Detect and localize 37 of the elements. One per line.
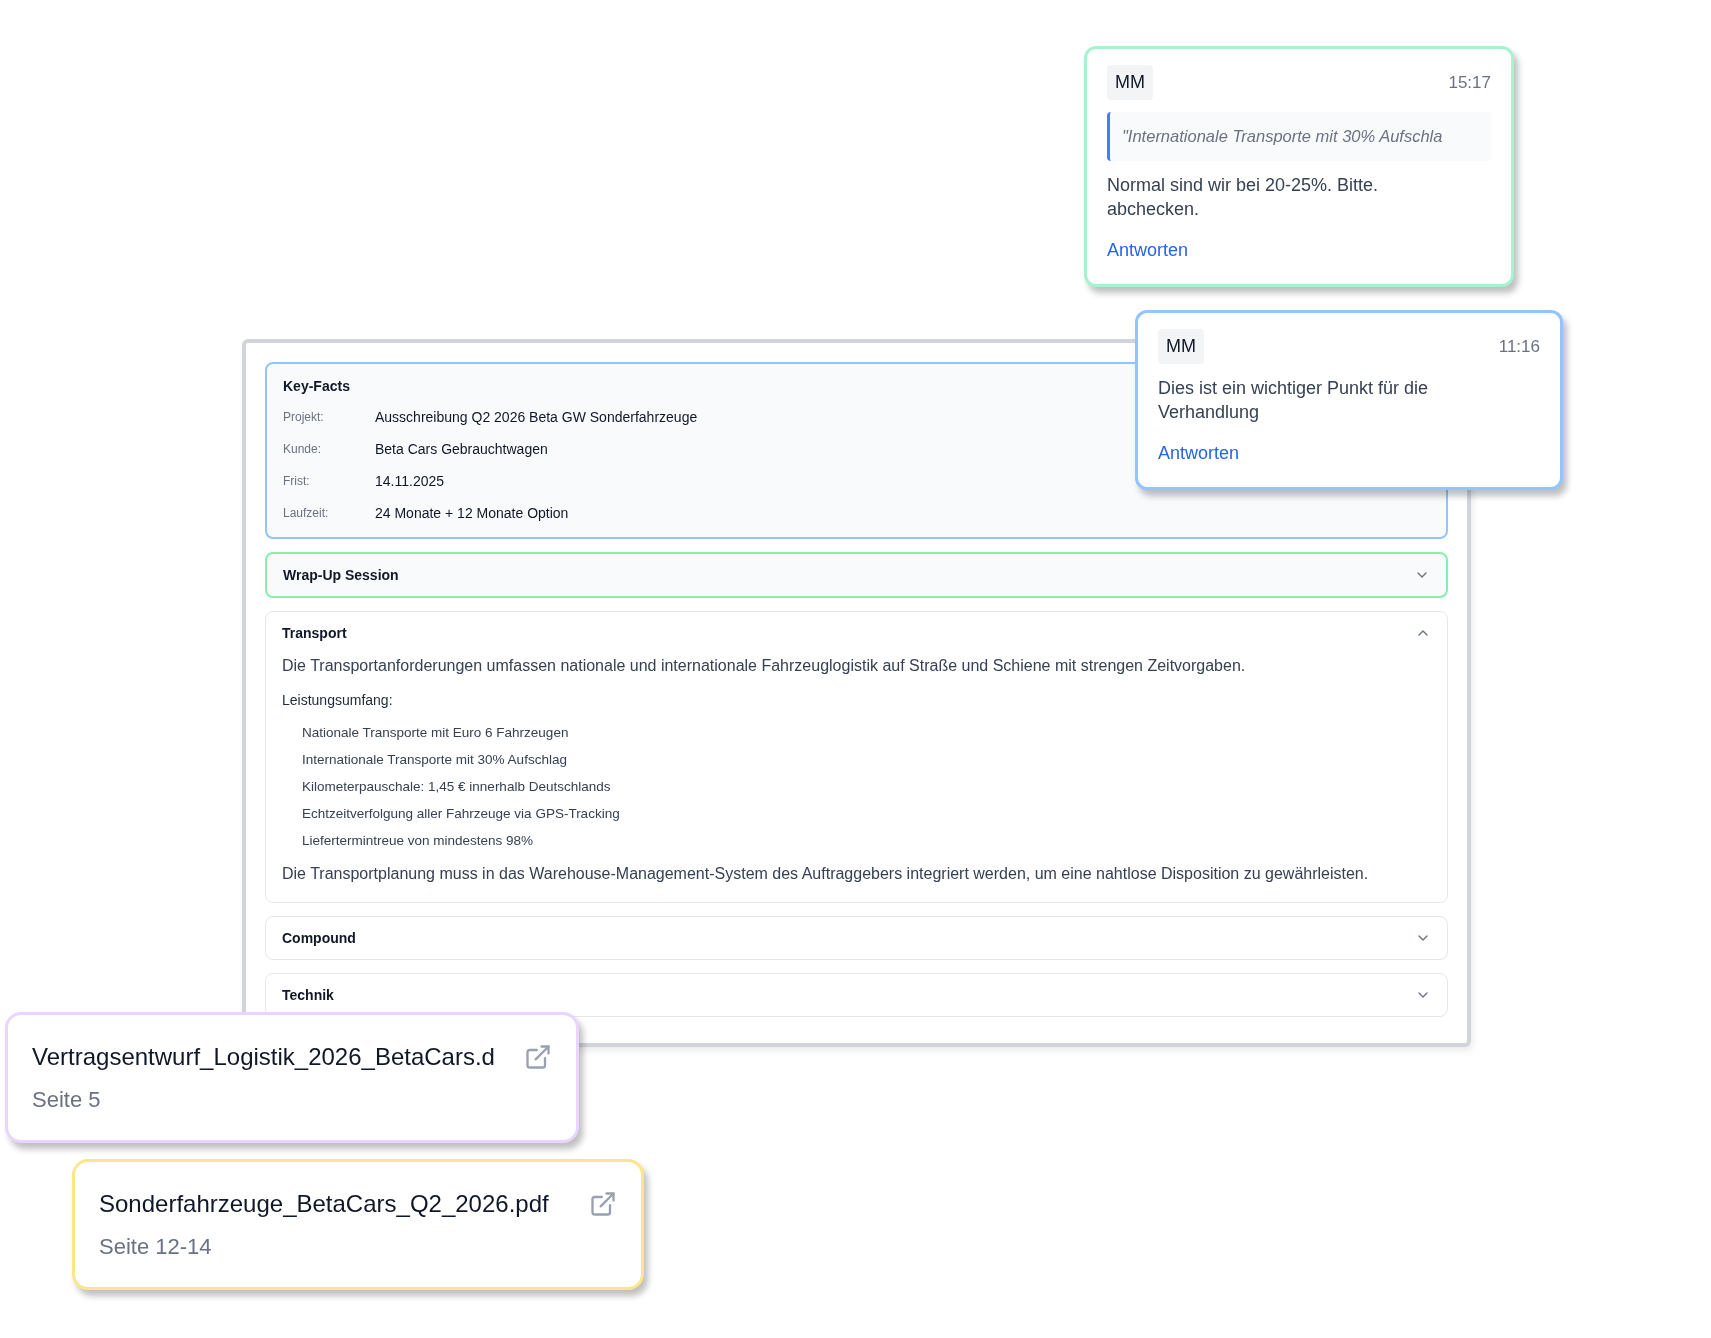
- avatar-initials: MM: [1158, 329, 1204, 364]
- external-link-icon[interactable]: [589, 1190, 617, 1218]
- list-item: Nationale Transporte mit Euro 6 Fahrzeugen: [301, 724, 570, 742]
- list-title: Leistungsumfang:: [282, 691, 394, 710]
- fact-label: Laufzeit:: [283, 505, 330, 522]
- fact-value: 14.11.2025: [375, 471, 445, 491]
- fact-label: Frist:: [283, 473, 311, 490]
- comment-time: 15:17: [1448, 71, 1491, 94]
- list-item: Liefertermintreue von mindestens 98%: [301, 832, 535, 850]
- section-text: Die Transportplanung muss in das Warehouse-Management-System des Auftraggebers integriert werden, um eine nahtlose Disposition zu gewährleisten.: [282, 864, 1370, 884]
- avatar-initials: MM: [1107, 65, 1153, 100]
- section-text: Die Transportanforderungen umfassen nationale und internationale Fahrzeuglogistik auf Straße und Schiene mit strengen Zeitvorgaben.: [282, 656, 1247, 676]
- section-header[interactable]: Compound: [266, 917, 1447, 959]
- comment-time: 11:16: [1498, 335, 1540, 358]
- file-name: Sonderfahrzeuge_BetaCars_Q2_2026.pdf: [99, 1189, 549, 1219]
- page-reference: Seite 12-14: [99, 1233, 213, 1261]
- external-link-icon[interactable]: [524, 1043, 552, 1071]
- reply-link[interactable]: Antworten: [1107, 236, 1189, 264]
- fact-label: Kunde:: [283, 441, 323, 458]
- comment-text: Dies ist ein wichtiger Punkt für die Verhandlung: [1158, 377, 1430, 424]
- list-item: Kilometerpauschale: 1,45 € innerhalb Deutschlands: [301, 778, 612, 796]
- list-item: Internationale Transporte mit 30% Aufschlag: [301, 751, 568, 769]
- comment-text: Normal sind wir bei 20-25%. Bitte. abchecken.: [1107, 173, 1380, 221]
- page-reference: Seite 5: [32, 1086, 102, 1114]
- section-header[interactable]: Wrap-Up Session: [267, 554, 1446, 596]
- fact-value: Beta Cars Gebrauchtwagen: [375, 439, 548, 459]
- list-item: Echtzeitverfolgung aller Fahrzeuge via GPS-Tracking: [301, 805, 621, 823]
- document-card[interactable]: Sonderfahrzeuge_BetaCars_Q2_2026.pdf Seite 12-14: [72, 1159, 644, 1290]
- fact-value: Ausschreibung Q2 2026 Beta GW Sonderfahrzeuge: [375, 407, 698, 427]
- file-name: Vertragsentwurf_Logistik_2026_BetaCars.d: [32, 1042, 495, 1072]
- card-title: Key-Facts: [283, 377, 350, 396]
- document-card[interactable]: Vertragsentwurf_Logistik_2026_BetaCars.d Seite 5: [5, 1012, 579, 1143]
- section-header[interactable]: Transport: [266, 612, 1447, 654]
- quoted-text: "Internationale Transporte mit 30% Aufschla: [1107, 112, 1491, 161]
- reply-link[interactable]: Antworten: [1158, 440, 1240, 467]
- fact-label: Projekt:: [283, 409, 325, 426]
- fact-value: 24 Monate + 12 Monate Option: [375, 503, 569, 523]
